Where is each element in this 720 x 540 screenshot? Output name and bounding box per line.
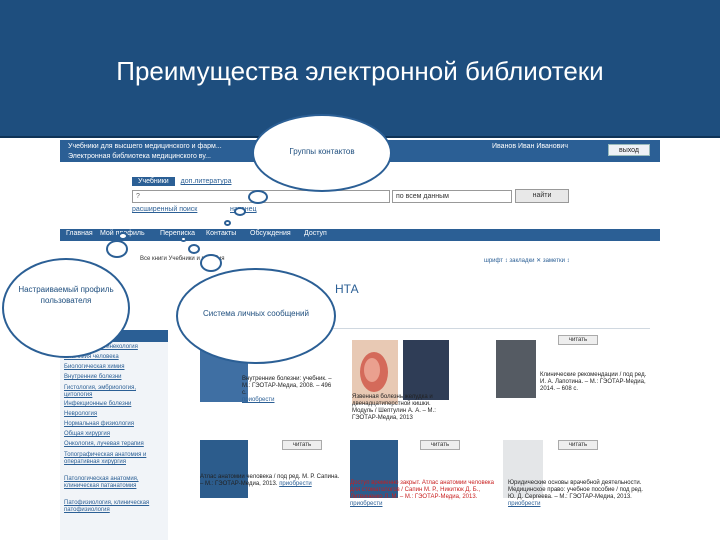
buy-link[interactable]: приобрести bbox=[242, 397, 274, 403]
sidebar-item[interactable]: Биологическая химия bbox=[64, 364, 166, 371]
find-button[interactable]: найти bbox=[515, 189, 569, 203]
callout-profile-label: Настраиваемый профиль пользователя bbox=[18, 285, 114, 305]
callout-messages-tail-3 bbox=[180, 236, 187, 242]
callout-groups-label: Группы контактов bbox=[289, 147, 355, 156]
callout-groups-tail-1 bbox=[248, 190, 268, 204]
book-cover[interactable] bbox=[496, 340, 536, 398]
read-button[interactable]: читать bbox=[282, 440, 322, 450]
callout-groups-tail-2 bbox=[234, 207, 246, 216]
book-description: Внутренние болезни: учебник. – М.: ГЭОТА… bbox=[242, 376, 332, 403]
callout-profile-tail-1 bbox=[106, 240, 128, 258]
book-description: Клинические рекомендации / под ред. И. А… bbox=[540, 372, 647, 392]
sidebar-item[interactable]: Патофизиология, клиническая патофизиолог… bbox=[64, 500, 166, 514]
callout-profile bbox=[2, 258, 130, 358]
buy-link[interactable]: приобрести bbox=[350, 501, 382, 507]
callout-messages-label: Система личных сообщений bbox=[202, 309, 309, 318]
buy-link[interactable]: приобрести bbox=[279, 481, 311, 487]
sidebar-item[interactable]: Патологическая анатомия, клиническая пат… bbox=[64, 476, 166, 490]
sidebar-item[interactable]: Онкология, лучевая терапия bbox=[64, 441, 166, 448]
sidebar-item[interactable]: Гистология, эмбриология, цитология bbox=[64, 385, 166, 399]
book-description: Доступ временно закрыт. Атлас анатомии ч… bbox=[350, 480, 495, 507]
search-tabs: Учебники доп.литература bbox=[132, 177, 231, 186]
book-description: Атлас анатомии человека / под ред. М. Р.… bbox=[200, 474, 340, 487]
sidebar-item[interactable]: Неврология bbox=[64, 411, 166, 418]
nav-discussions[interactable]: Обсуждения bbox=[250, 230, 291, 237]
sidebar-item[interactable]: Инфекционные болезни bbox=[64, 401, 166, 408]
book-description: Юридические основы врачебной деятельност… bbox=[508, 480, 643, 507]
book-description: Язвенная болезнь желудка и двенадцатипер… bbox=[352, 394, 436, 421]
app-title-line1: Учебники для высшего медицинского и фарм… bbox=[68, 143, 222, 150]
callout-profile-tail-2 bbox=[118, 232, 128, 240]
library-screenshot: Учебники для высшего медицинского и фарм… bbox=[60, 140, 660, 540]
section-heading: НТА bbox=[335, 282, 359, 296]
tab-extra-literature[interactable]: доп.литература bbox=[181, 178, 232, 185]
nav-contacts[interactable]: Контакты bbox=[206, 230, 236, 237]
book-cover[interactable] bbox=[403, 340, 449, 400]
logout-button[interactable]: выход bbox=[608, 144, 650, 156]
slide-header: Преимущества электронной библиотеки bbox=[0, 0, 720, 138]
slide-title: Преимущества электронной библиотеки bbox=[116, 56, 604, 86]
advanced-search-link[interactable]: расширенный поиск bbox=[132, 206, 197, 213]
callout-groups-tail-3 bbox=[224, 220, 231, 226]
reader-toolbar[interactable]: шрифт ↕ закладки ✕ заметки ↕ bbox=[484, 257, 570, 264]
nav-home[interactable]: Главная bbox=[66, 230, 93, 237]
nav-messages[interactable]: Переписка bbox=[160, 230, 195, 237]
sidebar-item[interactable]: Общая хирургия bbox=[64, 431, 166, 438]
read-button[interactable]: читать bbox=[558, 440, 598, 450]
tab-textbooks[interactable]: Учебники bbox=[132, 177, 175, 186]
user-name[interactable]: Иванов Иван Иванович bbox=[492, 143, 568, 150]
sidebar-item[interactable]: Внутренние болезни bbox=[64, 374, 166, 381]
read-button[interactable]: читать bbox=[420, 440, 460, 450]
callout-messages-tail-2 bbox=[188, 244, 200, 254]
nav-access[interactable]: Доступ bbox=[304, 230, 327, 237]
buy-link[interactable]: приобрести bbox=[508, 501, 540, 507]
book-cover[interactable] bbox=[200, 440, 248, 498]
read-button[interactable]: читать bbox=[558, 335, 598, 345]
subject-sidebar: Акушерство и гинекология Анатомия челове… bbox=[60, 330, 168, 540]
sidebar-item[interactable]: Топографическая анатомия и оперативная х… bbox=[64, 452, 166, 466]
search-scope-select[interactable]: по всем данным bbox=[392, 190, 512, 203]
sidebar-item[interactable]: Нормальная физиология bbox=[64, 421, 166, 428]
main-nav: Главная Мой профиль Переписка Контакты О… bbox=[60, 229, 660, 241]
app-title-line2: Электронная библиотека медицинского ву..… bbox=[68, 153, 211, 160]
callout-messages-tail-1 bbox=[200, 254, 222, 272]
